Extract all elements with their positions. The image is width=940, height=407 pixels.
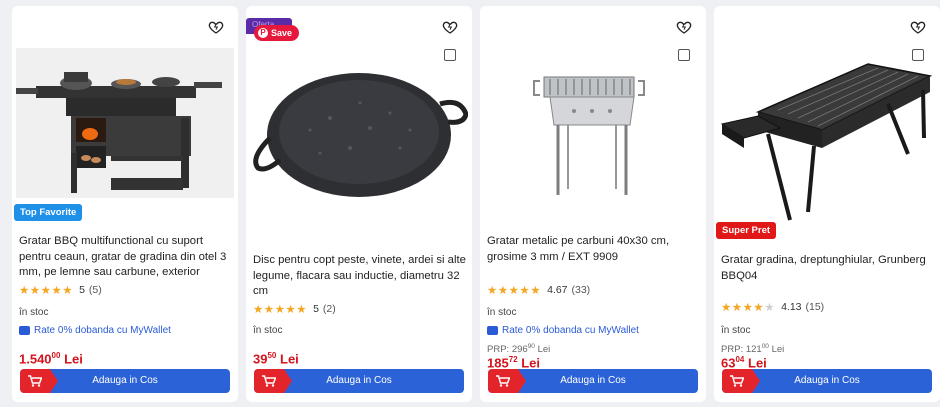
top-favorite-badge: Top Favorite <box>14 204 83 221</box>
save-label: Save <box>271 28 293 38</box>
pinterest-icon: P <box>258 28 268 38</box>
review-count: (2) <box>322 303 336 315</box>
product-card[interactable]: Oferta P Save Disc pentru copt peste, vi… <box>246 6 472 402</box>
favorite-heart-icon[interactable] <box>676 19 692 35</box>
rating-stars: ★★★★★ <box>253 304 308 316</box>
product-image[interactable] <box>484 58 702 216</box>
review-count: (33) <box>571 284 591 296</box>
prp-currency: Lei <box>537 344 551 356</box>
stock-status: în stoc <box>253 325 283 336</box>
product-card[interactable]: Gratar metalic pe carbuni 40x30 cm, gros… <box>480 6 706 402</box>
prp-integer: 121 <box>745 344 762 356</box>
product-title[interactable]: Gratar BBQ multifunctional cu suport pen… <box>19 234 233 281</box>
price-currency: Lei <box>280 351 299 367</box>
recommended-price: PRP: 12100 Lei <box>721 343 784 355</box>
product-image[interactable] <box>250 54 468 212</box>
rating-stars: ★★★★★ <box>487 285 542 297</box>
product-title[interactable]: Gratar gradina, dreptunghiular, Grunberg… <box>721 253 935 284</box>
favorite-heart-icon[interactable] <box>910 19 926 35</box>
price-decimals: 04 <box>735 355 745 364</box>
favorite-heart-icon[interactable] <box>442 19 458 35</box>
product-image[interactable] <box>718 58 936 221</box>
add-to-cart-label: Adauga in Cos <box>560 375 626 386</box>
prp-currency: Lei <box>771 344 785 356</box>
favorite-heart-icon[interactable] <box>208 19 224 35</box>
cart-icon <box>254 369 292 393</box>
product-rating: ★★★★★ 4.67 (33) <box>487 283 590 297</box>
rating-value: 4.13 <box>781 301 802 313</box>
add-to-cart-label: Adauga in Cos <box>794 375 860 386</box>
rating-stars: ★★★★★ <box>19 285 74 297</box>
product-price: 1.54000 Lei <box>19 351 83 366</box>
mywallet-label: Rate 0% dobanda cu MyWallet <box>502 325 639 336</box>
price-decimals: 72 <box>508 355 518 364</box>
price-integer: 1.540 <box>19 351 52 367</box>
add-to-cart-button[interactable]: Adauga in Cos <box>722 369 932 393</box>
prp-decimals: 00 <box>761 343 769 350</box>
prp-decimals: 90 <box>527 343 535 350</box>
add-to-cart-button[interactable]: Adauga in Cos <box>20 369 230 393</box>
cart-icon <box>722 369 760 393</box>
product-price: 3950 Lei <box>253 351 299 366</box>
cart-icon <box>488 369 526 393</box>
rating-stars: ★★★★★ <box>721 302 776 314</box>
rating-value: 5 <box>79 284 85 296</box>
prp-integer: 296 <box>511 344 528 356</box>
product-card[interactable]: Super Pret Gratar gradina, dreptunghiula… <box>714 6 940 402</box>
save-pin-button[interactable]: P Save <box>254 25 300 41</box>
mywallet-link[interactable]: Rate 0% dobanda cu MyWallet <box>487 325 639 336</box>
add-to-cart-label: Adauga in Cos <box>92 375 158 386</box>
price-decimals: 50 <box>267 351 277 360</box>
add-to-cart-button[interactable]: Adauga in Cos <box>488 369 698 393</box>
product-image[interactable] <box>16 44 234 202</box>
review-count: (15) <box>805 301 825 313</box>
product-title[interactable]: Gratar metalic pe carbuni 40x30 cm, gros… <box>487 234 701 265</box>
price-integer: 39 <box>253 351 268 367</box>
cart-icon <box>20 369 58 393</box>
rating-value: 4.67 <box>547 284 568 296</box>
add-to-cart-label: Adauga in Cos <box>326 375 392 386</box>
product-title[interactable]: Disc pentru copt peste, vinete, ardei si… <box>253 253 467 300</box>
stock-status: în stoc <box>19 307 49 318</box>
product-rating: ★★★★★ 4.13 (15) <box>721 300 824 314</box>
prp-label: PRP: <box>721 344 744 356</box>
prp-label: PRP: <box>487 344 510 356</box>
product-rating: ★★★★★ 5 (5) <box>19 283 102 297</box>
stock-status: în stoc <box>487 307 517 318</box>
add-to-cart-button[interactable]: Adauga in Cos <box>254 369 464 393</box>
mywallet-link[interactable]: Rate 0% dobanda cu MyWallet <box>19 325 171 336</box>
wallet-icon <box>487 326 498 335</box>
price-decimals: 00 <box>51 351 61 360</box>
stock-status: în stoc <box>721 325 751 336</box>
rating-value: 5 <box>313 303 319 315</box>
product-card[interactable]: Top Favorite Gratar BBQ multifunctional … <box>12 6 238 402</box>
product-rating: ★★★★★ 5 (2) <box>253 302 336 316</box>
wallet-icon <box>19 326 30 335</box>
product-grid: Top Favorite Gratar BBQ multifunctional … <box>0 0 940 407</box>
review-count: (5) <box>88 284 102 296</box>
super-pret-badge: Super Pret <box>716 222 777 239</box>
price-currency: Lei <box>64 351 83 367</box>
recommended-price: PRP: 29690 Lei <box>487 343 550 355</box>
mywallet-label: Rate 0% dobanda cu MyWallet <box>34 325 171 336</box>
